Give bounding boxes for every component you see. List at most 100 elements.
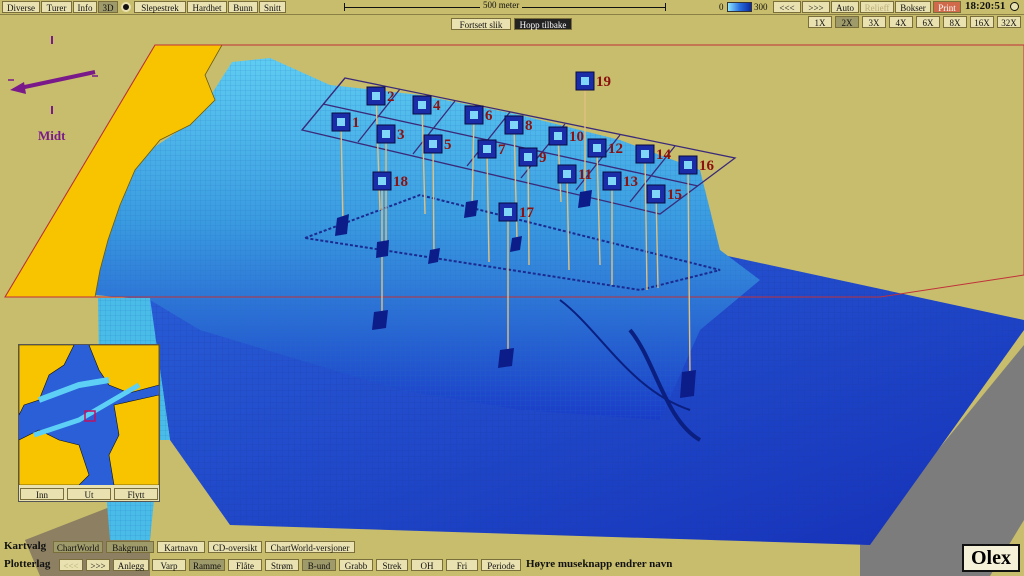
kartvalg-kartnavn[interactable]: Kartnavn — [157, 541, 205, 553]
tour-marker-2[interactable]: 2 — [366, 86, 395, 106]
tour-marker-13[interactable]: 13 — [602, 171, 638, 191]
speed-4x[interactable]: 4X — [889, 16, 913, 28]
auto-button[interactable]: Auto — [831, 1, 859, 13]
minimap-zoom-out[interactable]: Ut — [67, 488, 111, 500]
speed-6x[interactable]: 6X — [916, 16, 940, 28]
speed-1x[interactable]: 1X — [808, 16, 832, 28]
depth-max-label: 300 — [754, 2, 768, 12]
marker-label: 10 — [569, 129, 584, 145]
menu-slepestrek[interactable]: Slepestrek — [134, 1, 186, 13]
compass-arrow[interactable] — [8, 36, 98, 114]
kartvalg-bakgrunn[interactable]: Bakgrunn — [106, 541, 154, 553]
layer-periode[interactable]: Periode — [481, 559, 521, 571]
speed-selector: 1X 2X 3X 4X 6X 8X 16X 32X — [808, 16, 1022, 30]
marker-box-center — [652, 190, 660, 198]
overview-minimap[interactable]: Inn Ut Flytt — [18, 344, 160, 502]
marker-label: 1 — [352, 115, 360, 131]
marker-box-center — [337, 118, 345, 126]
marker-box-center — [563, 170, 571, 178]
layer-oh[interactable]: OH — [411, 559, 443, 571]
menu-hardhet[interactable]: Hardhet — [187, 1, 227, 13]
menu-info[interactable]: Info — [73, 1, 97, 13]
tour-marker-14[interactable]: 14 — [635, 144, 672, 164]
layer-flate[interactable]: Flåte — [228, 559, 262, 571]
menu-snitt[interactable]: Snitt — [259, 1, 286, 13]
nav-forward-button[interactable]: >>> — [802, 1, 830, 13]
scale-bar-tick-left — [344, 3, 345, 11]
layer-varp[interactable]: Varp — [152, 559, 186, 571]
tour-marker-8[interactable]: 8 — [504, 115, 533, 135]
print-button[interactable]: Print — [933, 1, 961, 13]
tour-marker-17[interactable]: 17 — [498, 202, 535, 222]
speed-32x[interactable]: 32X — [997, 16, 1021, 28]
marker-box-center — [504, 208, 512, 216]
plotterlag-label: Plotterlag — [4, 558, 51, 570]
marker-label: 16 — [699, 158, 715, 174]
relieff-button[interactable]: Relieff — [860, 1, 894, 13]
depth-colorbar[interactable] — [727, 2, 752, 12]
marker-box-center — [581, 77, 589, 85]
depth-min-label: 0 — [719, 2, 724, 12]
speed-2x[interactable]: 2X — [835, 16, 859, 28]
nav-back-button[interactable]: <<< — [773, 1, 801, 13]
kartvalg-chartworld-versjoner[interactable]: ChartWorld-versjoner — [265, 541, 355, 553]
marker-label: 19 — [596, 74, 611, 90]
menu-3d[interactable]: 3D — [98, 1, 118, 13]
menu-diverse[interactable]: Diverse — [2, 1, 40, 13]
clock: 18:20:51 — [965, 0, 1006, 12]
minimap-zoom-in[interactable]: Inn — [20, 488, 64, 500]
kartvalg-label: Kartvalg — [4, 540, 47, 552]
speed-8x[interactable]: 8X — [943, 16, 967, 28]
minimap-chart[interactable] — [19, 345, 159, 485]
tour-marker-7[interactable]: 7 — [477, 139, 506, 159]
layer-ramme[interactable]: Ramme — [189, 559, 225, 571]
menu-bunn[interactable]: Bunn — [228, 1, 258, 13]
plotterlag-forward[interactable]: >>> — [86, 559, 110, 571]
layer-grabb[interactable]: Grabb — [339, 559, 373, 571]
marker-label: 2 — [387, 89, 395, 105]
compass-label: Midt — [38, 128, 66, 143]
marker-box-center — [483, 145, 491, 153]
marker-label: 9 — [539, 150, 547, 166]
tour-marker-1[interactable]: 1 — [331, 112, 360, 132]
marker-box-center — [510, 121, 518, 129]
olex-logo: Olex — [962, 544, 1020, 572]
speed-16x[interactable]: 16X — [970, 16, 994, 28]
marker-box-center — [378, 177, 386, 185]
tour-marker-9[interactable]: 9 — [518, 147, 547, 167]
tour-marker-16[interactable]: 16 — [678, 155, 715, 175]
tour-marker-19[interactable]: 19 — [575, 71, 611, 91]
top-menu-bar: Diverse Turer Info 3D Slepestrek Hardhet… — [0, 0, 1024, 15]
plotterlag-back[interactable]: <<< — [59, 559, 83, 571]
menu-turer[interactable]: Turer — [41, 1, 72, 13]
kartvalg-cd-oversikt[interactable]: CD-oversikt — [208, 541, 262, 553]
marker-label: 17 — [519, 205, 535, 221]
tour-marker-3[interactable]: 3 — [376, 124, 405, 144]
tour-marker-6[interactable]: 6 — [464, 105, 493, 125]
tour-marker-15[interactable]: 15 — [646, 184, 682, 204]
marker-box-center — [608, 177, 616, 185]
tour-marker-10[interactable]: 10 — [548, 126, 584, 146]
layer-strek[interactable]: Strek — [376, 559, 408, 571]
marker-box-center — [684, 161, 692, 169]
marker-box-center — [554, 132, 562, 140]
continue-tour-button[interactable]: Fortsett slik — [451, 18, 511, 30]
minimap-move[interactable]: Flytt — [114, 488, 158, 500]
layer-anlegg[interactable]: Anlegg — [113, 559, 149, 571]
jump-back-button[interactable]: Hopp tilbake — [514, 18, 572, 30]
cd-icon[interactable] — [121, 2, 131, 12]
marker-box-center — [524, 153, 532, 161]
marker-label: 6 — [485, 108, 493, 124]
tour-marker-11[interactable]: 11 — [557, 164, 592, 184]
bokser-button[interactable]: Bokser — [895, 1, 931, 13]
tour-marker-18[interactable]: 18 — [372, 171, 408, 191]
tour-marker-4[interactable]: 4 — [412, 95, 441, 115]
layer-strom[interactable]: Strøm — [265, 559, 299, 571]
tour-marker-12[interactable]: 12 — [587, 138, 623, 158]
speed-3x[interactable]: 3X — [862, 16, 886, 28]
layer-fri[interactable]: Fri — [446, 559, 478, 571]
marker-box-center — [372, 92, 380, 100]
tour-marker-5[interactable]: 5 — [423, 134, 452, 154]
layer-b-und[interactable]: B-und — [302, 559, 336, 571]
kartvalg-chartworld[interactable]: ChartWorld — [53, 541, 103, 553]
